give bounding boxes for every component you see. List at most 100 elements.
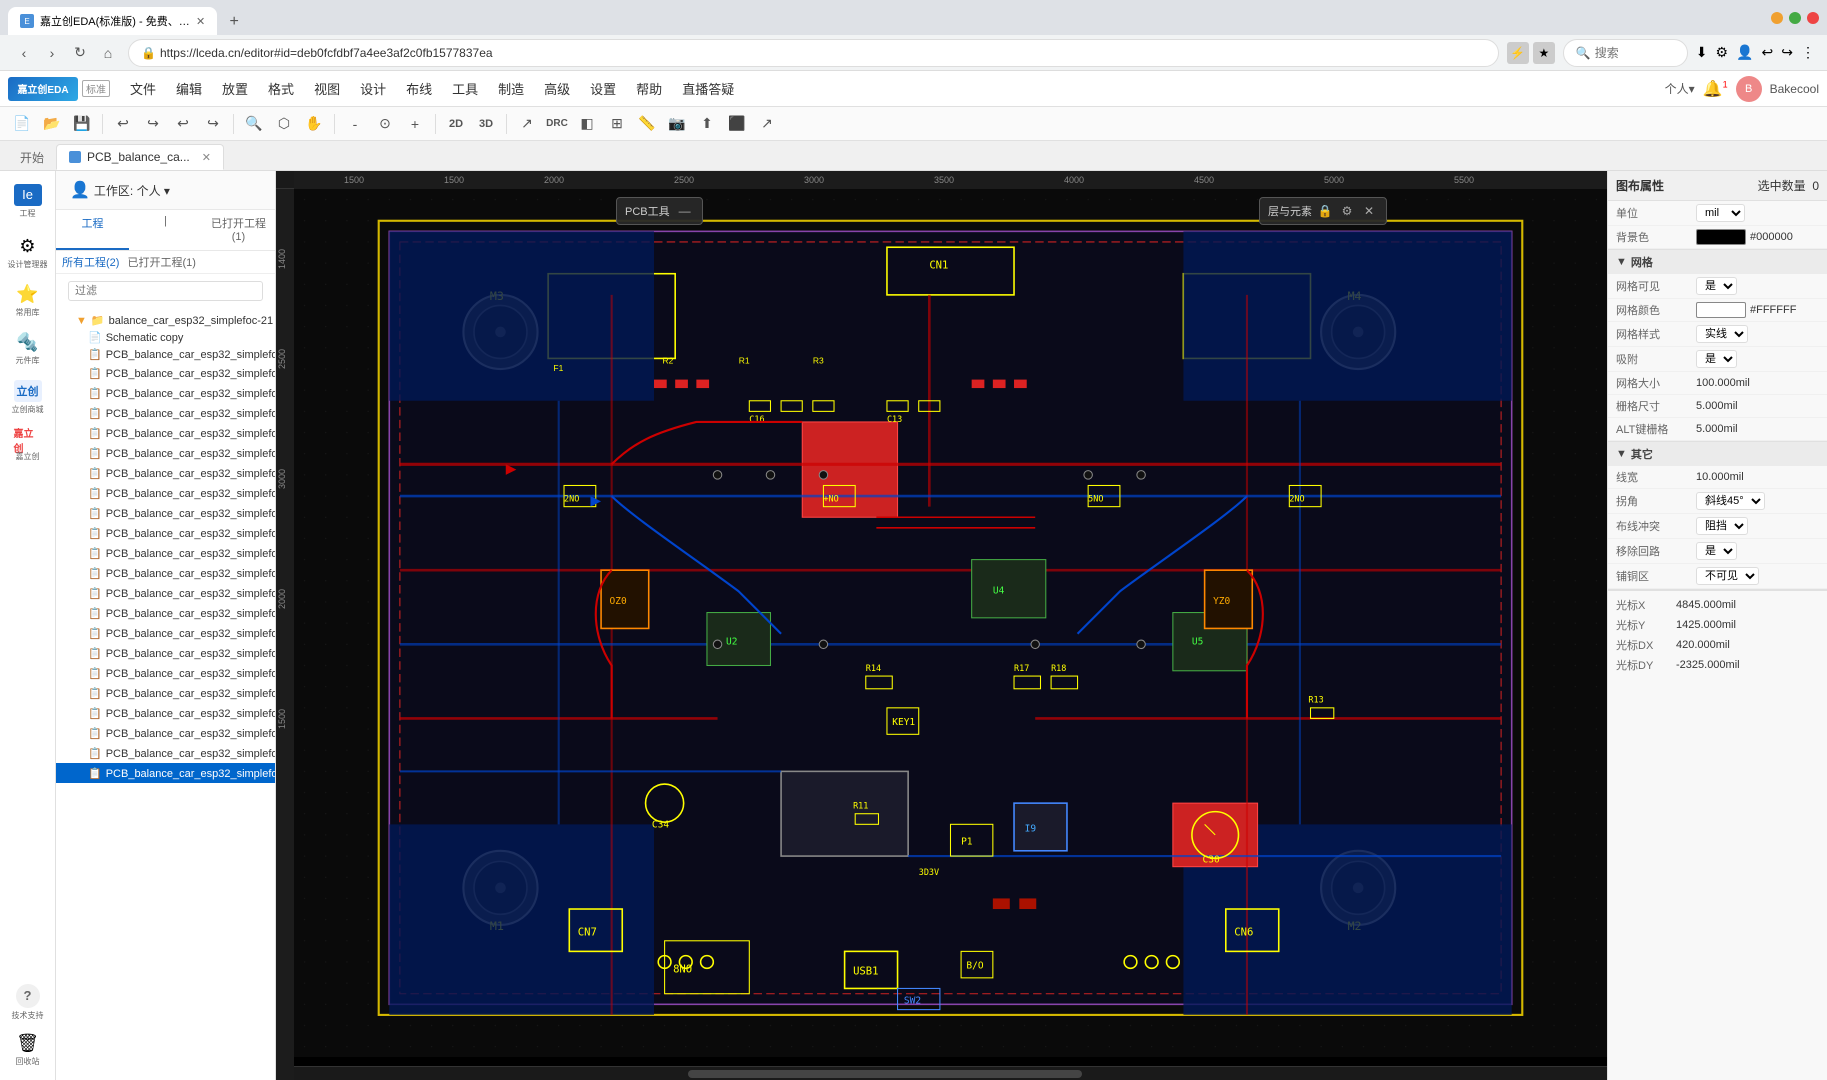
scrollbar-thumb-h[interactable] <box>688 1070 1082 1078</box>
zoom-fit-button[interactable]: ⊙ <box>371 110 399 138</box>
tree-file-18[interactable]: 📋 PCB_balance_car_esp32_simplefoc-21 6.覆… <box>56 683 275 703</box>
search-area[interactable]: 🔍 <box>1563 39 1688 67</box>
tab-pcb-close[interactable]: ✕ <box>202 151 211 164</box>
menu-view[interactable]: 视图 <box>306 75 348 102</box>
more-icon[interactable]: ⋮ <box>1801 44 1815 61</box>
layers-settings[interactable]: ⚙ <box>1338 202 1356 220</box>
unit-dropdown[interactable]: mil mm <box>1696 204 1745 222</box>
menu-edit[interactable]: 编辑 <box>168 75 210 102</box>
pcb-tools-minimize[interactable]: — <box>676 202 694 220</box>
browser-tab-active[interactable]: E 嘉立创EDA(标准版) - 免费、易... ✕ <box>8 7 217 35</box>
menu-tools[interactable]: 工具 <box>444 75 486 102</box>
history-icon[interactable]: ↩ <box>1762 44 1774 61</box>
tree-file-12[interactable]: 📋 PCB_balance_car_esp32_simplefoc-21 4自动… <box>56 563 275 583</box>
layers-lock[interactable]: 🔒 <box>1316 202 1334 220</box>
tree-file-8[interactable]: 📋 PCB_balance_car_esp32_simplefoc-21 3手动… <box>56 483 275 503</box>
3d-button[interactable]: 3D <box>472 110 500 138</box>
sidebar-icon-jlc[interactable]: 嘉立创 嘉立创 <box>6 423 50 467</box>
search-tool-button[interactable]: 🔍 <box>240 110 268 138</box>
sidebar-icon-support[interactable]: ? 技术支持 <box>6 980 50 1024</box>
corner-dropdown[interactable]: 斜线45° 直角 圆弧 <box>1696 492 1765 510</box>
redo2-button[interactable]: ↪ <box>199 110 227 138</box>
tree-file-14[interactable]: 📋 PCB_balance_car_esp32_simplefoc-21 4自动… <box>56 603 275 623</box>
undo2-button[interactable]: ↩ <box>169 110 197 138</box>
tree-file-21[interactable]: 📋 PCB_balance_car_esp32_simplefoc-21 6.覆… <box>56 743 275 763</box>
pan-button[interactable]: ✋ <box>300 110 328 138</box>
grid-btn[interactable]: ⊞ <box>603 110 631 138</box>
pcb-canvas-svg[interactable]: M3 M4 M1 M2 CN1 <box>294 189 1607 1057</box>
undo-button[interactable]: ↩ <box>109 110 137 138</box>
share-btn[interactable]: ↗ <box>753 110 781 138</box>
tree-file-15[interactable]: 📋 PCB_balance_car_esp32_simplefoc-21 5自动… <box>56 623 275 643</box>
profile-icon[interactable]: 👤 <box>1736 44 1753 61</box>
extensions-icon[interactable]: ⚙ <box>1716 44 1729 61</box>
sidebar-icon-common-lib[interactable]: ⭐ 常用库 <box>6 279 50 323</box>
menu-file[interactable]: 文件 <box>122 75 164 102</box>
select-button[interactable]: ⬡ <box>270 110 298 138</box>
refresh-button[interactable]: ↻ <box>68 41 92 65</box>
tree-file-1[interactable]: 📋 PCB_balance_car_esp32_simplefoc copy c… <box>56 346 275 363</box>
tab-close-button[interactable]: ✕ <box>196 15 205 28</box>
2d-button[interactable]: 2D <box>442 110 470 138</box>
zoom-in-button[interactable]: + <box>401 110 429 138</box>
sidebar-icon-design[interactable]: ⚙ 设计管理器 <box>6 231 50 275</box>
stack-btn[interactable]: ⬛ <box>723 110 751 138</box>
horizontal-scrollbar[interactable] <box>294 1066 1607 1080</box>
bg-color-swatch[interactable] <box>1696 229 1746 245</box>
tree-file-9[interactable]: 📋 PCB_balance_car_esp32_simplefoc-21 3手动… <box>56 503 275 523</box>
tree-project-root[interactable]: ▼ 📁 balance_car_esp32_simplefoc-21 <box>56 312 275 329</box>
import-btn[interactable]: ⬆ <box>693 110 721 138</box>
tree-file-3[interactable]: 📋 PCB_balance_car_esp32_simplefoc-21 副本-… <box>56 383 275 403</box>
panel-tab-already[interactable]: 已打开工程(1) <box>202 210 275 250</box>
tree-file-22[interactable]: 📋 PCB_balance_car_esp32_simplefoc-21 6.覆… <box>56 763 275 783</box>
back-button[interactable]: ‹ <box>12 41 36 65</box>
notification-bell[interactable]: 🔔1 <box>1703 79 1728 99</box>
other-section-header[interactable]: ▼ 其它 <box>1608 442 1827 466</box>
tree-file-20[interactable]: 📋 PCB_balance_car_esp32_simplefoc-21 6.覆… <box>56 723 275 743</box>
forward-button[interactable]: › <box>40 41 64 65</box>
menu-design[interactable]: 设计 <box>352 75 394 102</box>
layer-btn[interactable]: ◧ <box>573 110 601 138</box>
download-icon[interactable]: ⬇ <box>1696 44 1708 61</box>
tree-file-2[interactable]: 📋 PCB_balance_car_esp32_simplefoc-21 1副本 <box>56 363 275 383</box>
arrow-button[interactable]: ↗ <box>513 110 541 138</box>
redo-button[interactable]: ↪ <box>139 110 167 138</box>
menu-advanced[interactable]: 高级 <box>536 75 578 102</box>
sidebar-icon-project[interactable]: Ie 工程 <box>6 179 50 223</box>
tree-file-19[interactable]: 📋 PCB_balance_car_esp32_simplefoc-21 6.覆… <box>56 703 275 723</box>
menu-manufacture[interactable]: 制造 <box>490 75 532 102</box>
grid-color-swatch[interactable] <box>1696 302 1746 318</box>
measure-btn[interactable]: 📏 <box>633 110 661 138</box>
maximize-button[interactable] <box>1789 12 1801 24</box>
tab-pcb[interactable]: PCB_balance_ca... ✕ <box>56 144 224 170</box>
tree-file-0[interactable]: 📄 Schematic copy <box>56 329 275 346</box>
tree-file-16[interactable]: 📋 PCB_balance_car_esp32_simplefoc-21 5自动… <box>56 643 275 663</box>
zoom-out-button[interactable]: - <box>341 110 369 138</box>
layers-close[interactable]: ✕ <box>1360 202 1378 220</box>
tree-file-4[interactable]: 📋 PCB_balance_car_esp32_simplefoc-21 副本-… <box>56 403 275 423</box>
workspace-selector[interactable]: 👤 工作区: 个人 ▾ <box>64 177 267 203</box>
open-projects-count[interactable]: 已打开工程(1) <box>127 254 195 270</box>
sidebar-icon-comp-lib[interactable]: 🔩 元件库 <box>6 327 50 371</box>
tree-file-13[interactable]: 📋 PCB_balance_car_esp32_simplefoc-21 4自动… <box>56 583 275 603</box>
minimize-button[interactable] <box>1771 12 1783 24</box>
snap-dropdown[interactable]: 是 否 <box>1696 350 1737 368</box>
personal-label[interactable]: 个人▾ <box>1665 80 1695 97</box>
new-file-button[interactable]: 📄 <box>8 110 36 138</box>
menu-settings[interactable]: 设置 <box>582 75 624 102</box>
sidebar-icon-shop[interactable]: 立创 立创商城 <box>6 375 50 419</box>
grid-style-dropdown[interactable]: 实线 点线 <box>1696 325 1748 343</box>
save-button[interactable]: 💾 <box>68 110 96 138</box>
menu-format[interactable]: 格式 <box>260 75 302 102</box>
new-tab-button[interactable]: + <box>221 9 247 35</box>
tree-file-17[interactable]: 📋 PCB_balance_car_esp32_simplefoc-21 5自动… <box>56 663 275 683</box>
tree-file-10[interactable]: 📋 PCB_balance_car_esp32_simplefoc-21 3手动… <box>56 523 275 543</box>
tree-file-7[interactable]: 📋 PCB_balance_car_esp32_simplefoc-21 2可成… <box>56 463 275 483</box>
tree-file-5[interactable]: 📋 PCB_balance_car_esp32_simplefoc-21 副本-… <box>56 423 275 443</box>
remove-loop-dropdown[interactable]: 是 否 <box>1696 542 1737 560</box>
menu-place[interactable]: 放置 <box>214 75 256 102</box>
browser-ext-1[interactable]: ⚡ <box>1507 42 1529 64</box>
grid-section-header[interactable]: ▼ 网格 <box>1608 250 1827 274</box>
panel-tab-design[interactable]: | <box>129 210 202 250</box>
username[interactable]: Bakecool <box>1770 82 1819 96</box>
